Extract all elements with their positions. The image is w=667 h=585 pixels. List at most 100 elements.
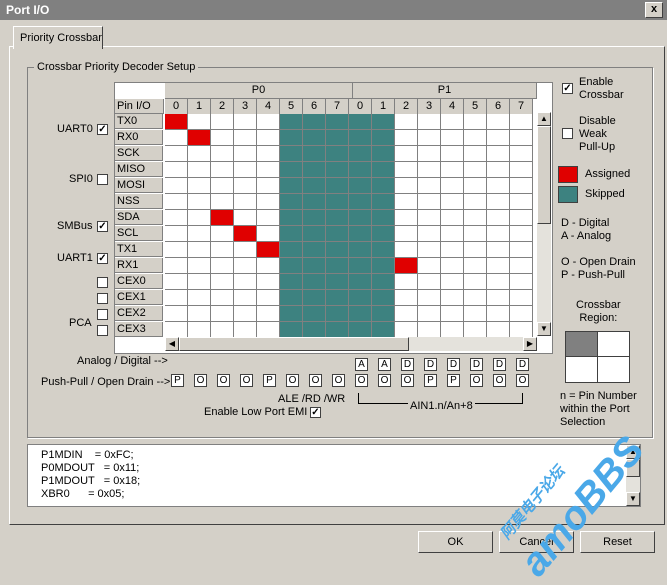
crossbar-cell[interactable] bbox=[349, 210, 372, 226]
crossbar-cell[interactable] bbox=[464, 130, 487, 146]
crossbar-cell[interactable] bbox=[510, 162, 533, 178]
push-pull-toggle[interactable]: P bbox=[171, 374, 184, 387]
crossbar-cell[interactable] bbox=[418, 322, 441, 338]
crossbar-cell[interactable] bbox=[280, 322, 303, 338]
scroll-down-button[interactable]: ▼ bbox=[537, 322, 551, 336]
crossbar-cell[interactable] bbox=[188, 130, 211, 146]
crossbar-cell[interactable] bbox=[372, 258, 395, 274]
crossbar-cell[interactable] bbox=[326, 146, 349, 162]
crossbar-cell[interactable] bbox=[257, 210, 280, 226]
crossbar-cell[interactable] bbox=[211, 306, 234, 322]
crossbar-cell[interactable] bbox=[349, 322, 372, 338]
crossbar-cell[interactable] bbox=[211, 258, 234, 274]
push-pull-toggle[interactable]: O bbox=[378, 374, 391, 387]
crossbar-cell[interactable] bbox=[441, 114, 464, 130]
crossbar-cell[interactable] bbox=[441, 210, 464, 226]
crossbar-cell[interactable] bbox=[395, 322, 418, 338]
crossbar-cell[interactable] bbox=[441, 290, 464, 306]
push-pull-toggle[interactable]: O bbox=[355, 374, 368, 387]
crossbar-cell[interactable] bbox=[188, 258, 211, 274]
crossbar-cell[interactable] bbox=[395, 210, 418, 226]
crossbar-cell[interactable] bbox=[487, 258, 510, 274]
crossbar-cell[interactable] bbox=[487, 114, 510, 130]
crossbar-cell[interactable] bbox=[165, 242, 188, 258]
grid-vertical-scrollbar[interactable]: ▲ ▼ bbox=[537, 112, 551, 336]
crossbar-cell[interactable] bbox=[326, 226, 349, 242]
crossbar-cell[interactable] bbox=[303, 130, 326, 146]
crossbar-cell[interactable] bbox=[211, 322, 234, 338]
crossbar-cell[interactable] bbox=[165, 226, 188, 242]
ok-button[interactable]: OK bbox=[418, 531, 493, 553]
analog-digital-toggle[interactable]: A bbox=[355, 358, 368, 371]
crossbar-cell[interactable] bbox=[303, 274, 326, 290]
crossbar-cell[interactable] bbox=[188, 290, 211, 306]
crossbar-cell[interactable] bbox=[326, 274, 349, 290]
crossbar-cell[interactable] bbox=[326, 114, 349, 130]
crossbar-cell[interactable] bbox=[257, 242, 280, 258]
crossbar-cell[interactable] bbox=[464, 194, 487, 210]
crossbar-cell[interactable] bbox=[395, 178, 418, 194]
crossbar-cell[interactable] bbox=[349, 114, 372, 130]
crossbar-cell[interactable] bbox=[372, 162, 395, 178]
crossbar-cell[interactable] bbox=[510, 258, 533, 274]
crossbar-cell[interactable] bbox=[257, 130, 280, 146]
crossbar-cell[interactable] bbox=[441, 322, 464, 338]
crossbar-cell[interactable] bbox=[257, 226, 280, 242]
crossbar-cell[interactable] bbox=[280, 274, 303, 290]
crossbar-cell[interactable] bbox=[188, 194, 211, 210]
crossbar-cell[interactable] bbox=[464, 290, 487, 306]
crossbar-cell[interactable] bbox=[418, 242, 441, 258]
crossbar-cell[interactable] bbox=[487, 242, 510, 258]
analog-digital-toggle[interactable]: D bbox=[516, 358, 529, 371]
crossbar-cell[interactable] bbox=[372, 210, 395, 226]
crossbar-cell[interactable] bbox=[280, 290, 303, 306]
crossbar-cell[interactable] bbox=[510, 146, 533, 162]
crossbar-cell[interactable] bbox=[418, 178, 441, 194]
crossbar-cell[interactable] bbox=[257, 114, 280, 130]
crossbar-cell[interactable] bbox=[234, 210, 257, 226]
crossbar-cell[interactable] bbox=[211, 194, 234, 210]
crossbar-cell[interactable] bbox=[349, 226, 372, 242]
crossbar-cell[interactable] bbox=[349, 146, 372, 162]
crossbar-cell[interactable] bbox=[487, 290, 510, 306]
crossbar-cell[interactable] bbox=[487, 226, 510, 242]
analog-digital-toggle[interactable]: A bbox=[378, 358, 391, 371]
analog-digital-toggle[interactable]: D bbox=[493, 358, 506, 371]
crossbar-cell[interactable] bbox=[234, 178, 257, 194]
crossbar-cell[interactable] bbox=[303, 162, 326, 178]
crossbar-cell[interactable] bbox=[211, 226, 234, 242]
crossbar-cell[interactable] bbox=[464, 322, 487, 338]
crossbar-cell[interactable] bbox=[326, 210, 349, 226]
push-pull-toggle[interactable]: O bbox=[309, 374, 322, 387]
push-pull-toggle[interactable]: O bbox=[332, 374, 345, 387]
crossbar-cell[interactable] bbox=[303, 258, 326, 274]
crossbar-cell[interactable] bbox=[188, 306, 211, 322]
crossbar-cell[interactable] bbox=[211, 290, 234, 306]
disable-pullup-checkbox[interactable] bbox=[562, 128, 573, 139]
push-pull-toggle[interactable]: O bbox=[217, 374, 230, 387]
crossbar-cell[interactable] bbox=[372, 306, 395, 322]
crossbar-cell[interactable] bbox=[257, 146, 280, 162]
low-emi-checkbox[interactable]: ✓ bbox=[310, 407, 321, 418]
crossbar-cell[interactable] bbox=[510, 194, 533, 210]
crossbar-cell[interactable] bbox=[395, 146, 418, 162]
crossbar-cell[interactable] bbox=[303, 226, 326, 242]
crossbar-cell[interactable] bbox=[464, 162, 487, 178]
crossbar-cell[interactable] bbox=[510, 114, 533, 130]
crossbar-cell[interactable] bbox=[211, 162, 234, 178]
analog-digital-toggle[interactable]: D bbox=[401, 358, 414, 371]
crossbar-cell[interactable] bbox=[234, 290, 257, 306]
push-pull-toggle[interactable]: O bbox=[516, 374, 529, 387]
crossbar-cell[interactable] bbox=[487, 322, 510, 338]
crossbar-cell[interactable] bbox=[418, 306, 441, 322]
crossbar-cell[interactable] bbox=[234, 114, 257, 130]
crossbar-cell[interactable] bbox=[418, 258, 441, 274]
crossbar-cell[interactable] bbox=[280, 114, 303, 130]
crossbar-cell[interactable] bbox=[280, 162, 303, 178]
crossbar-cell[interactable] bbox=[372, 322, 395, 338]
push-pull-toggle[interactable]: O bbox=[194, 374, 207, 387]
cex1-checkbox[interactable] bbox=[97, 293, 108, 304]
push-pull-toggle[interactable]: O bbox=[240, 374, 253, 387]
crossbar-cell[interactable] bbox=[349, 194, 372, 210]
crossbar-cell[interactable] bbox=[165, 290, 188, 306]
